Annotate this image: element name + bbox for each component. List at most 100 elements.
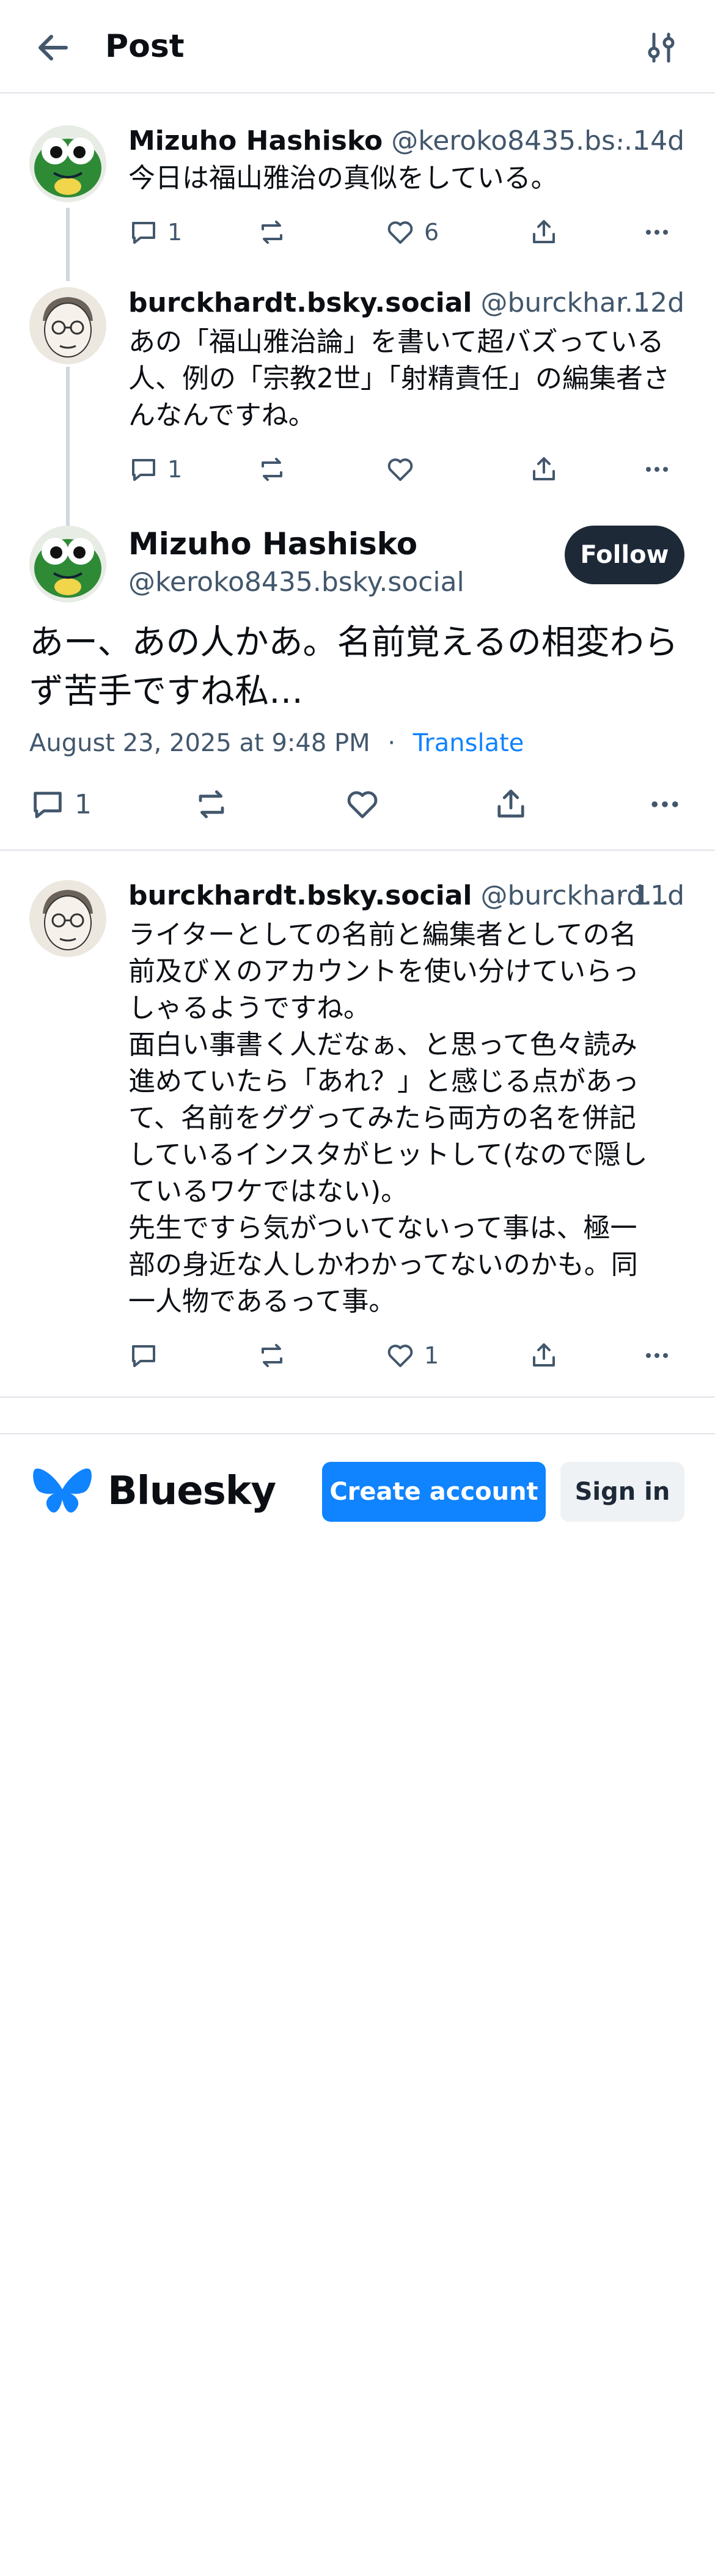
top-bar: Post (0, 0, 715, 94)
frog-avatar-image (29, 125, 106, 202)
share-icon (533, 1343, 555, 1367)
back-button[interactable] (32, 26, 76, 70)
reply-button[interactable] (128, 1334, 159, 1377)
thread-line (66, 208, 70, 281)
more-button[interactable] (642, 1334, 672, 1377)
divider (0, 849, 715, 851)
like-button[interactable] (344, 780, 381, 829)
avatar[interactable] (29, 880, 106, 957)
like-icon (387, 458, 413, 481)
more-button[interactable] (642, 448, 672, 491)
like-icon (387, 221, 413, 244)
main-author-name[interactable]: Mizuho Hashisko (128, 524, 556, 563)
text-line: ているワケではない)。 (128, 1176, 408, 1207)
text-line: 面白い事書く人だなぁ、と思って色々読み (128, 1029, 637, 1060)
like-button[interactable]: 1 (385, 1334, 439, 1377)
text-line: 一人物であるって事。 (128, 1286, 396, 1317)
reply-icon (132, 459, 155, 481)
text-line: て、名前をググってみたら両方の名を併記 (128, 1103, 636, 1134)
text-line: 前及びＸのアカウントを使い分けていらっ (128, 956, 639, 987)
thread-settings-button[interactable] (639, 26, 683, 70)
more-button[interactable] (647, 780, 683, 829)
like-icon (387, 1345, 413, 1367)
post-timestamp: August 23, 2025 at 9:48 PM (29, 729, 370, 757)
reply-button[interactable]: 1 (128, 211, 182, 254)
like-button[interactable]: 6 (385, 211, 439, 254)
post-text: 今日は福山雅治の真似をしている。 (128, 163, 558, 194)
more-icon (651, 801, 678, 807)
reply-button[interactable]: 1 (29, 780, 92, 829)
text-line: 進めていたら「あれ？」と感じる点があっ (128, 1066, 639, 1097)
share-icon (497, 790, 524, 818)
back-arrow-icon (38, 35, 68, 61)
post-time[interactable]: · 12d (616, 284, 684, 322)
share-button[interactable] (529, 211, 559, 254)
post-actions: 1 6 (128, 211, 684, 254)
share-icon (533, 457, 555, 480)
more-button[interactable] (642, 211, 672, 254)
reply-count: 1 (75, 788, 92, 820)
reply-icon (132, 1345, 155, 1367)
page-title: Post (105, 28, 185, 65)
repost-button[interactable] (257, 448, 287, 491)
share-button[interactable] (493, 780, 529, 829)
sketch-avatar-image (29, 880, 106, 957)
like-button[interactable] (385, 448, 416, 491)
reply-icon (132, 222, 155, 244)
more-icon (646, 1353, 668, 1358)
repost-button[interactable] (257, 1334, 287, 1377)
filter-sliders-icon (648, 32, 675, 63)
divider (0, 1396, 715, 1398)
sketch-avatar-image (29, 287, 106, 364)
main-author-handle[interactable]: @keroko8435.bsky.social (128, 563, 556, 601)
reply-count: 1 (167, 456, 183, 483)
post-meta: August 23, 2025 at 9:48 PM · Translate (29, 726, 524, 760)
thread-line (66, 367, 70, 526)
text-line: しゃるようですね。 (128, 993, 370, 1024)
repost-icon (262, 1344, 282, 1367)
post-actions: 1 (128, 448, 684, 491)
brand-logo[interactable]: Bluesky (31, 1464, 276, 1519)
author-handle[interactable]: @keroko8435.bs... (391, 125, 641, 156)
meta-separator: · (387, 729, 396, 757)
like-icon (347, 791, 378, 818)
post-text: あの「福山雅治論」を書いて超バズっている人、例の「宗教2世」「射精責任」の編集者… (128, 326, 670, 431)
repost-button[interactable] (193, 780, 230, 829)
post-time[interactable]: · 14d (616, 122, 684, 160)
reply-count: 1 (167, 219, 183, 246)
author-name[interactable]: burckhardt.bsky.social (128, 287, 472, 318)
post-header: Mizuho Hashisko @keroko8435.bs... (128, 122, 684, 160)
avatar[interactable] (29, 125, 106, 202)
more-icon (646, 230, 668, 235)
text-line: 部の身近な人しかわかってないのかも。同 (128, 1249, 638, 1280)
main-post-actions: 1 (29, 780, 684, 829)
more-icon (646, 467, 668, 472)
sign-in-button[interactable]: Sign in (560, 1462, 684, 1522)
repost-icon (199, 790, 224, 818)
repost-icon (262, 458, 282, 481)
share-button[interactable] (529, 1334, 559, 1377)
frog-avatar-image (29, 526, 106, 603)
brand-name: Bluesky (108, 1469, 276, 1514)
text-line: しているインスタがヒットして(なので隠し (128, 1139, 648, 1170)
text-line: ライターとしての名前と編集者としての名 (128, 919, 637, 950)
post-time[interactable]: · 11d (616, 877, 684, 915)
like-count: 1 (424, 1342, 439, 1369)
post-header: burckhardt.bsky.social @burckhard... (128, 877, 684, 915)
butterfly-logo-icon (33, 1468, 92, 1513)
follow-button[interactable]: Follow (565, 526, 684, 584)
author-name[interactable]: burckhardt.bsky.social (128, 880, 472, 911)
repost-icon (262, 221, 282, 244)
create-account-button[interactable]: Create account (322, 1462, 546, 1522)
avatar[interactable] (29, 287, 106, 364)
text-line: 先生ですら気がついてないって事は、極一 (128, 1213, 637, 1244)
reply-text: ライターとしての名前と編集者としての名 前及びＸのアカウントを使い分けていらっ … (128, 917, 678, 1320)
repost-button[interactable] (257, 211, 287, 254)
author-name[interactable]: Mizuho Hashisko (128, 125, 383, 156)
avatar[interactable] (29, 526, 106, 603)
reply-button[interactable]: 1 (128, 448, 182, 491)
translate-link[interactable]: Translate (413, 729, 524, 757)
share-button[interactable] (529, 448, 559, 491)
share-icon (533, 220, 555, 243)
main-post-text: あー、あの人かあ。名前覚えるの相変わらず苦手ですね私… (29, 623, 678, 711)
